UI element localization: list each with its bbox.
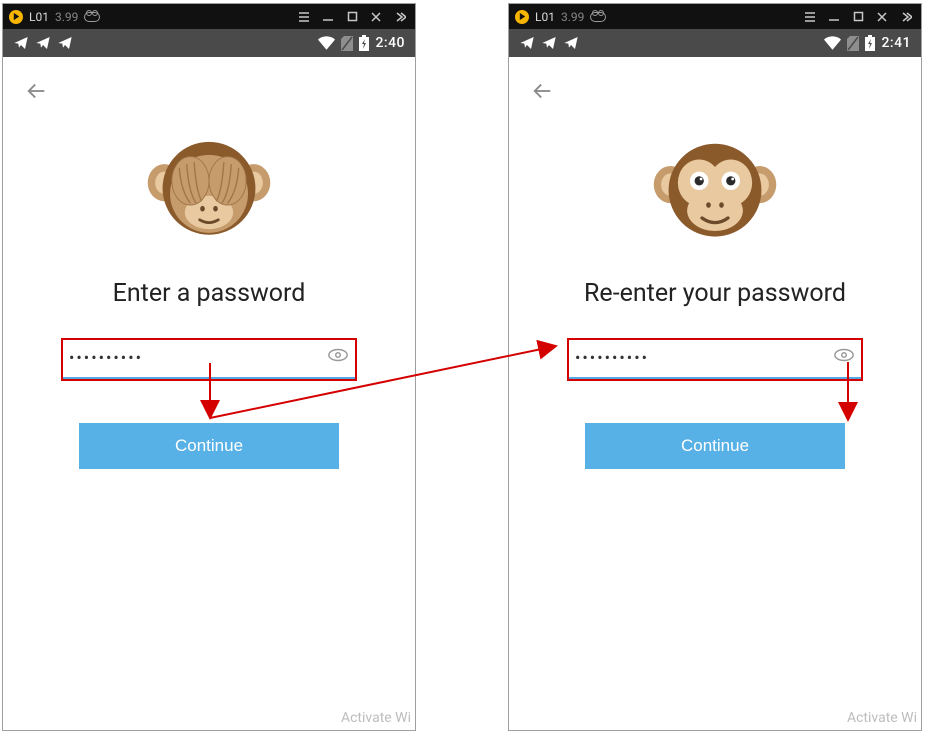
monkey-face-icon [525,127,905,257]
telegram-plane-icon [57,35,73,51]
telegram-plane-icon [13,35,29,51]
close-button[interactable] [873,11,891,23]
sim-icon [847,36,859,51]
emulator-window-right: L01 3.99 [508,3,922,731]
password-input[interactable] [63,340,355,379]
minimize-button[interactable] [319,11,337,23]
password-field-wrap [569,340,861,379]
emulator-title: L01 [535,10,555,24]
maximize-button[interactable] [849,11,867,22]
emulator-title: L01 [29,10,49,24]
menu-icon[interactable] [295,10,313,24]
telegram-plane-icon [563,35,579,51]
back-button[interactable] [21,75,53,107]
continue-button[interactable]: Continue [79,423,339,469]
emulator-version: 3.99 [55,10,78,24]
page-title: Re-enter your password [525,279,905,308]
telegram-plane-icon [519,35,535,51]
status-time: 2:41 [881,35,911,51]
emulator-window-left: L01 3.99 [2,3,416,731]
close-button[interactable] [367,11,385,23]
reveal-password-icon[interactable] [833,344,855,366]
back-button[interactable] [527,75,559,107]
minimize-button[interactable] [825,11,843,23]
android-status-bar: 2:41 [509,29,921,57]
battery-charging-icon [865,35,875,51]
telegram-plane-icon [541,35,557,51]
page-title: Enter a password [19,279,399,308]
maximize-button[interactable] [343,11,361,22]
more-icon[interactable] [897,11,915,23]
emulator-titlebar: L01 3.99 [3,4,415,29]
gamepad-icon [590,12,606,22]
battery-charging-icon [359,35,369,51]
more-icon[interactable] [391,11,409,23]
sim-icon [341,36,353,51]
status-time: 2:40 [375,35,405,51]
watermark-text: Activate Wi [847,710,917,726]
wifi-icon [318,36,335,50]
emulator-titlebar: L01 3.99 [509,4,921,29]
see-no-evil-monkey-icon [19,127,399,257]
gamepad-icon [84,12,100,22]
ldplayer-logo-icon [515,10,529,24]
menu-icon[interactable] [801,10,819,24]
reveal-password-icon[interactable] [327,344,349,366]
telegram-plane-icon [35,35,51,51]
watermark-text: Activate Wi [341,710,411,726]
android-status-bar: 2:40 [3,29,415,57]
ldplayer-logo-icon [9,10,23,24]
wifi-icon [824,36,841,50]
password-input[interactable] [569,340,861,379]
emulator-version: 3.99 [561,10,584,24]
password-field-wrap [63,340,355,379]
continue-button[interactable]: Continue [585,423,845,469]
